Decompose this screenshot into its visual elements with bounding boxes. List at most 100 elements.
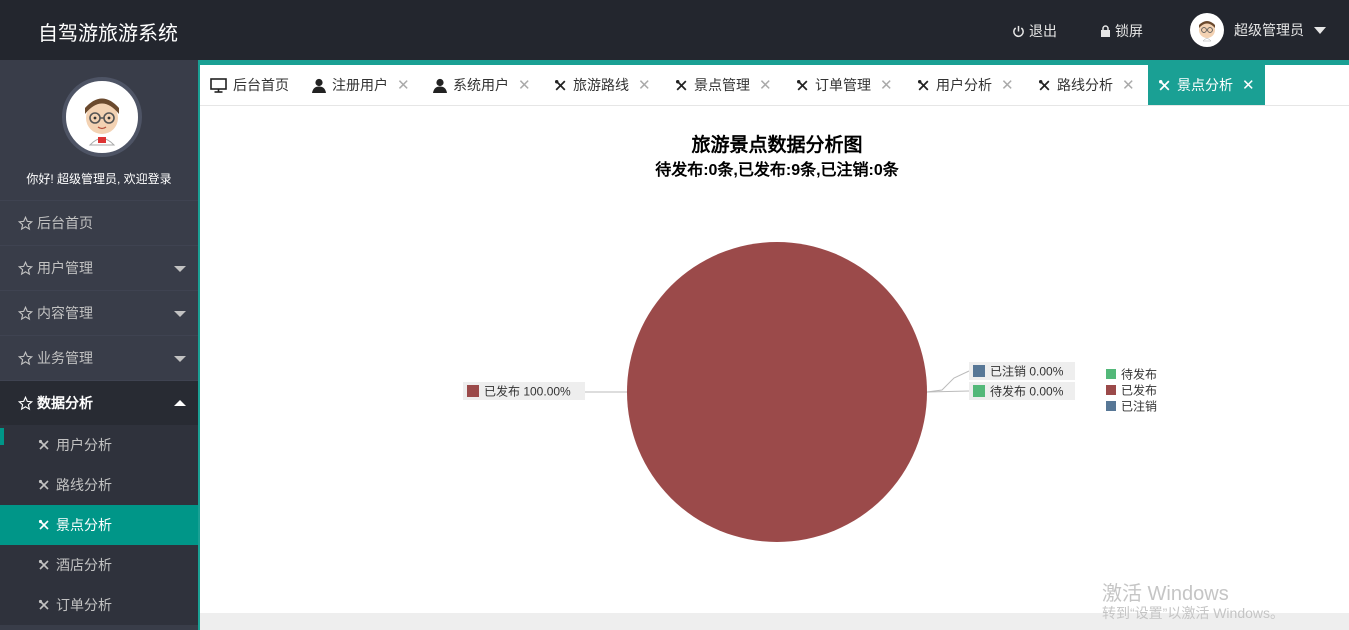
sidebar-item-home[interactable]: 后台首页 (0, 200, 198, 245)
chevron-down-icon (174, 356, 186, 362)
sidebar-item-label: 用户管理 (37, 260, 93, 276)
tab-label: 订单管理 (815, 77, 871, 93)
pie-chart: 已发布 100.00% 待发布 0.00% 已注销 0.00% 待发布已发布已注销 (463, 242, 1157, 542)
lock-screen-button[interactable]: 锁屏 (1100, 21, 1143, 41)
chevron-down-icon (1314, 26, 1326, 34)
close-icon[interactable]: ✕ (759, 76, 772, 94)
tab-label: 注册用户 (332, 77, 388, 93)
tab-label: 旅游路线 (573, 77, 629, 93)
user-menu[interactable]: 超级管理员 (1190, 13, 1326, 47)
sidebar-subitem-hotel-analysis[interactable]: 酒店分析 (0, 545, 198, 585)
star-icon (18, 260, 33, 276)
tab-label: 后台首页 (233, 77, 289, 93)
activation-watermark-hint: 转到“设置”以激活 Windows。 (1102, 605, 1285, 621)
pie-label-cancelled: 已注销 0.00% (990, 364, 1064, 379)
pie-label-swatch-cancelled (973, 365, 985, 377)
lock-label: 锁屏 (1115, 23, 1143, 39)
close-icon[interactable]: ✕ (880, 76, 893, 94)
tab-label: 用户分析 (936, 77, 992, 93)
close-icon[interactable]: ✕ (1122, 76, 1135, 94)
sidebar-subitem-user-analysis[interactable]: 用户分析 (0, 425, 198, 465)
tab-system-users[interactable]: 系统用户 ✕ (433, 65, 531, 105)
legend-label-published[interactable]: 已发布 (1121, 383, 1157, 398)
sidebar-subitem-order-analysis[interactable]: 订单分析 (0, 585, 198, 625)
tab-label: 景点分析 (1177, 77, 1233, 93)
tools-icon (38, 519, 50, 531)
monitor-icon (210, 77, 227, 93)
user-icon (312, 78, 326, 93)
activation-watermark-title: 激活 Windows (1102, 583, 1229, 605)
sidebar-menu: 后台首页 用户管理 内容管理 业务管理 数据分析 用户分析 路线分析 景点分析 … (0, 200, 198, 625)
legend-label-cancelled[interactable]: 已注销 (1121, 399, 1157, 414)
tab-label: 系统用户 (453, 77, 509, 93)
legend-swatch-published[interactable] (1106, 385, 1116, 395)
lock-icon (1100, 25, 1111, 37)
sidebar: 你好! 超级管理员, 欢迎登录 后台首页 用户管理 内容管理 业务管理 数据分析 (0, 60, 198, 630)
tools-icon (1038, 79, 1051, 92)
user-icon (433, 78, 447, 93)
chevron-down-icon (174, 266, 186, 272)
sidebar-subitem-label: 景点分析 (56, 517, 112, 533)
tab-registered-users[interactable]: 注册用户 ✕ (312, 65, 410, 105)
close-icon[interactable]: ✕ (1001, 76, 1014, 94)
sidebar-active-marker (0, 428, 4, 445)
tab-label: 路线分析 (1057, 77, 1113, 93)
user-name: 超级管理员 (1234, 22, 1304, 38)
sidebar-subitem-route-analysis[interactable]: 路线分析 (0, 465, 198, 505)
close-icon[interactable]: ✕ (638, 76, 651, 94)
star-icon (18, 350, 33, 366)
tab-order-management[interactable]: 订单管理 ✕ (796, 65, 893, 105)
tab-user-analysis[interactable]: 用户分析 ✕ (917, 65, 1014, 105)
top-header: 自驾游旅游系统 退出 锁屏 超级管理员 (0, 0, 1349, 60)
tab-scenic-analysis[interactable]: 景点分析 ✕ (1148, 65, 1265, 105)
close-icon[interactable]: ✕ (397, 76, 410, 94)
tab-travel-routes[interactable]: 旅游路线 ✕ (554, 65, 651, 105)
sidebar-subitem-label: 用户分析 (56, 437, 112, 453)
sidebar-item-label: 数据分析 (37, 395, 93, 411)
tab-route-analysis[interactable]: 路线分析 ✕ (1038, 65, 1135, 105)
avatar (1190, 13, 1224, 47)
tools-icon (554, 79, 567, 92)
tools-icon (675, 79, 688, 92)
tools-icon (38, 439, 50, 451)
sidebar-subitem-label: 酒店分析 (56, 557, 112, 573)
sidebar-item-business-management[interactable]: 业务管理 (0, 335, 198, 380)
brand-title: 自驾游旅游系统 (38, 23, 178, 45)
tools-icon (38, 559, 50, 571)
star-icon (18, 215, 33, 231)
tools-icon (1158, 79, 1171, 92)
sidebar-subitem-scenic-analysis[interactable]: 景点分析 (0, 505, 198, 545)
tab-scenic-management[interactable]: 景点管理 ✕ (675, 65, 772, 105)
sidebar-item-label: 内容管理 (37, 305, 93, 321)
tools-icon (917, 79, 930, 92)
sidebar-item-data-analysis[interactable]: 数据分析 (0, 380, 198, 425)
legend-label-pending[interactable]: 待发布 (1121, 367, 1157, 382)
legend-swatch-pending[interactable] (1106, 369, 1116, 379)
tools-icon (38, 479, 50, 491)
logout-button[interactable]: 退出 (1012, 21, 1057, 41)
sidebar-submenu: 用户分析 路线分析 景点分析 酒店分析 订单分析 (0, 425, 198, 625)
legend-swatch-cancelled[interactable] (1106, 401, 1116, 411)
pie-label-pending: 待发布 0.00% (990, 384, 1064, 399)
tools-icon (796, 79, 809, 92)
star-icon (18, 395, 33, 411)
pie-slice-published[interactable] (627, 242, 927, 542)
profile-avatar (62, 77, 142, 157)
tab-home[interactable]: 后台首页 (210, 65, 289, 105)
tab-label: 景点管理 (694, 77, 750, 93)
star-icon (18, 305, 33, 321)
pie-label-swatch-pending (973, 385, 985, 397)
pie-label-swatch-published (467, 385, 479, 397)
tools-icon (38, 599, 50, 611)
chevron-up-icon (174, 400, 186, 406)
close-icon[interactable]: ✕ (518, 76, 531, 94)
sidebar-item-content-management[interactable]: 内容管理 (0, 290, 198, 335)
sidebar-profile: 你好! 超级管理员, 欢迎登录 (0, 60, 198, 200)
close-icon[interactable]: ✕ (1242, 76, 1255, 94)
power-icon (1012, 25, 1025, 38)
sidebar-item-user-management[interactable]: 用户管理 (0, 245, 198, 290)
sidebar-subitem-label: 路线分析 (56, 477, 112, 493)
welcome-text: 你好! 超级管理员, 欢迎登录 (26, 172, 172, 186)
content-area: 旅游景点数据分析图 待发布:0条,已发布:9条,已注销:0条 已发布 100.0… (200, 106, 1349, 613)
tab-bar: 后台首页 注册用户 ✕ 系统用户 ✕ 旅游路线 ✕ 景点管理 ✕ 订单管理 ✕ … (200, 60, 1349, 106)
